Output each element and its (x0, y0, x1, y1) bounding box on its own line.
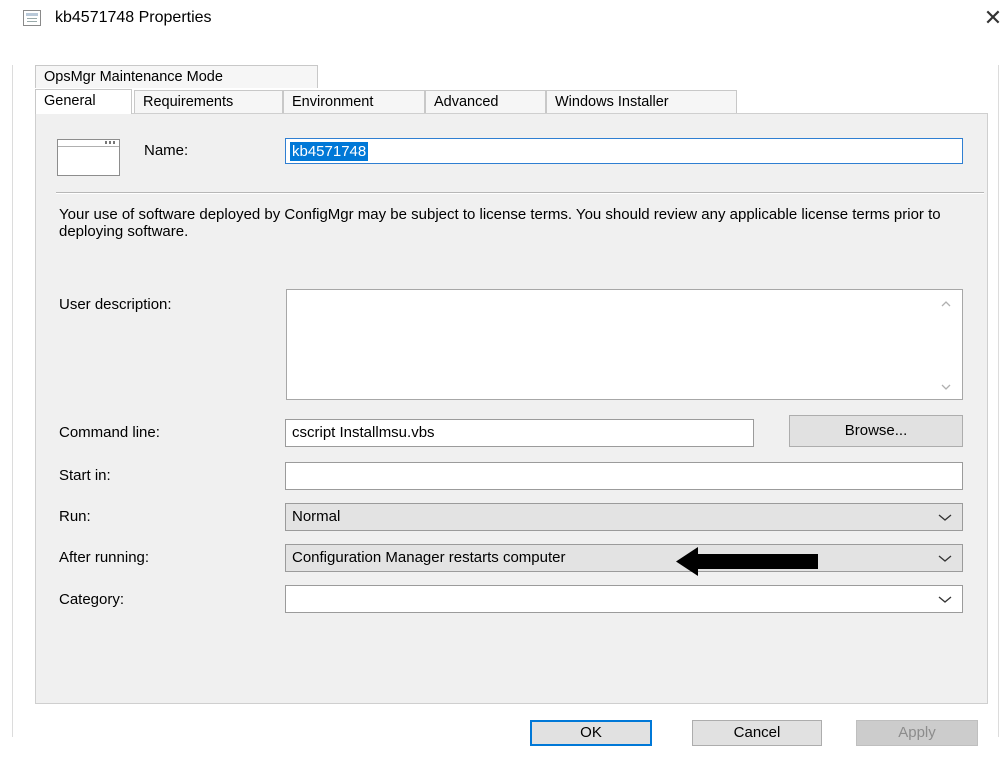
run-value: Normal (292, 508, 341, 525)
user-description-textarea[interactable] (286, 289, 963, 400)
command-line-input[interactable]: cscript Installmsu.vbs (285, 419, 754, 447)
close-icon[interactable]: ✕ (978, 4, 1008, 32)
tab-advanced[interactable]: Advanced (425, 90, 546, 113)
user-description-label: User description: (59, 296, 172, 313)
after-running-value: Configuration Manager restarts computer (292, 549, 566, 566)
chevron-down-icon (938, 514, 952, 521)
scroll-down-icon[interactable] (940, 381, 952, 393)
apply-button: Apply (856, 720, 978, 746)
name-value: kb4571748 (290, 142, 369, 161)
annotation-arrow-icon (676, 547, 818, 576)
tab-general[interactable]: General (35, 89, 132, 114)
chevron-down-icon (938, 555, 952, 562)
program-window-icon (57, 139, 120, 176)
after-running-label: After running: (59, 549, 150, 566)
tab-environment[interactable]: Environment (283, 90, 425, 113)
frame-right-edge (998, 65, 999, 737)
properties-window-icon (23, 10, 41, 26)
general-tab-panel (35, 113, 988, 704)
tab-requirements[interactable]: Requirements (134, 90, 283, 113)
chevron-down-icon (938, 596, 952, 603)
frame-left-edge (12, 65, 13, 737)
tab-windows-installer[interactable]: Windows Installer (546, 90, 737, 113)
name-label: Name: (144, 142, 189, 159)
separator-highlight (56, 193, 984, 194)
name-field[interactable]: kb4571748 (285, 138, 963, 164)
after-running-select[interactable]: Configuration Manager restarts computer (285, 544, 963, 572)
run-label: Run: (59, 508, 91, 525)
cancel-button[interactable]: Cancel (692, 720, 822, 746)
start-in-label: Start in: (59, 467, 111, 484)
ok-button[interactable]: OK (530, 720, 652, 746)
license-notice: Your use of software deployed by ConfigM… (59, 206, 941, 240)
category-select[interactable] (285, 585, 963, 613)
browse-button[interactable]: Browse... (789, 415, 963, 447)
scroll-up-icon[interactable] (940, 298, 952, 310)
window-title: kb4571748 Properties (55, 9, 212, 26)
tab-opsmgr-maintenance-mode[interactable]: OpsMgr Maintenance Mode (35, 65, 318, 88)
category-label: Category: (59, 591, 125, 608)
start-in-input[interactable] (285, 462, 963, 490)
run-select[interactable]: Normal (285, 503, 963, 531)
command-line-label: Command line: (59, 424, 160, 441)
